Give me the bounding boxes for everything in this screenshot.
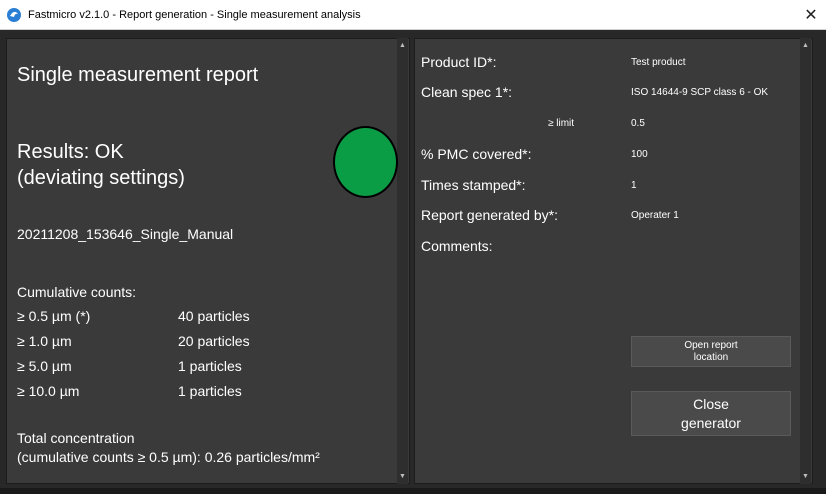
cumulative-size-label: ≥ 0.5 µm (*) — [17, 308, 91, 324]
clean-spec-value[interactable]: ISO 14644-9 SCP class 6 - OK — [631, 87, 768, 98]
scroll-up-icon[interactable]: ▲ — [800, 40, 811, 51]
cumulative-counts-title: Cumulative counts: — [17, 284, 137, 300]
measurement-id: 20211208_153646_Single_Manual — [17, 226, 234, 242]
pmc-covered-value[interactable]: 100 — [631, 149, 648, 160]
scroll-down-icon[interactable]: ▼ — [397, 471, 408, 482]
scroll-up-icon[interactable]: ▲ — [397, 40, 408, 51]
results-note: (deviating settings) — [17, 167, 185, 189]
results-status: Results: OK (deviating settings) — [17, 139, 185, 191]
results-line: Results: OK — [17, 141, 124, 163]
report-title: Single measurement report — [17, 64, 259, 86]
generated-by-label: Report generated by*: — [421, 207, 558, 223]
limit-value[interactable]: 0.5 — [631, 118, 645, 129]
comments-label: Comments: — [421, 238, 493, 254]
times-stamped-value[interactable]: 1 — [631, 180, 637, 191]
product-id-label: Product ID*: — [421, 54, 497, 70]
close-generator-button[interactable]: Close generator — [631, 391, 791, 436]
left-panel-scrollbar[interactable]: ▲ ▼ — [397, 38, 408, 484]
cumulative-size-label: ≥ 10.0 µm — [17, 383, 80, 399]
cumulative-count-value: 20 particles — [178, 333, 250, 349]
status-ok-icon — [333, 126, 398, 198]
cumulative-size-label: ≥ 5.0 µm — [17, 358, 72, 374]
limit-label: ≥ limit — [548, 118, 575, 129]
open-report-button-label: location — [693, 351, 729, 363]
total-concentration-title: Total concentration — [17, 430, 135, 446]
cumulative-count-value: 1 particles — [178, 358, 242, 374]
cumulative-count-value: 40 particles — [178, 308, 250, 324]
open-report-location-button[interactable]: Open report location — [631, 336, 791, 367]
close-generator-button-label: generator — [681, 414, 741, 431]
right-panel-scrollbar[interactable]: ▲ ▼ — [800, 38, 811, 484]
open-report-button-label: Open report — [684, 339, 738, 351]
bottom-edge — [0, 488, 826, 494]
app-logo-icon — [7, 7, 21, 22]
title-bar: Fastmicro v2.1.0 - Report generation - S… — [0, 0, 826, 30]
pmc-covered-label: % PMC covered*: — [421, 146, 532, 162]
report-summary-panel — [6, 38, 410, 484]
cumulative-count-value: 1 particles — [178, 383, 242, 399]
total-concentration-value: (cumulative counts ≥ 0.5 µm): 0.26 parti… — [17, 449, 320, 465]
window-title: Fastmicro v2.1.0 - Report generation - S… — [28, 8, 361, 21]
close-generator-button-label: Close — [693, 395, 729, 412]
cumulative-size-label: ≥ 1.0 µm — [17, 333, 72, 349]
times-stamped-label: Times stamped*: — [421, 177, 526, 193]
scroll-down-icon[interactable]: ▼ — [800, 471, 811, 482]
product-id-value[interactable]: Test product — [631, 57, 685, 68]
clean-spec-label: Clean spec 1*: — [421, 84, 513, 100]
generated-by-value[interactable]: Operater 1 — [631, 210, 679, 221]
close-window-button[interactable]: ✕ — [796, 0, 826, 30]
